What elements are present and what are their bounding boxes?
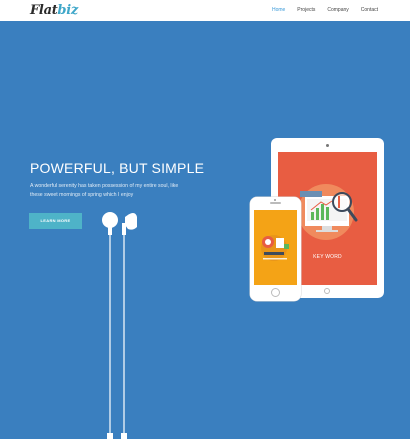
hero-subtext: A wonderful serenity has taken possessio… — [30, 183, 179, 198]
learn-more-button[interactable]: LEARN MORE — [29, 213, 82, 229]
right-earbud — [121, 213, 137, 439]
nav-item-home[interactable]: Home — [272, 7, 285, 13]
nav-item-projects[interactable]: Projects — [297, 7, 315, 13]
tablet-home-button — [324, 288, 330, 294]
site-header: Flatbiz Home Projects Company Contact — [0, 0, 410, 21]
left-earbud — [102, 212, 118, 439]
phone-home-button — [271, 288, 280, 297]
earphones-illustration — [102, 212, 137, 439]
hero-headline: POWERFUL, BUT SIMPLE — [30, 160, 205, 176]
logo-accent: biz — [57, 3, 78, 18]
logo[interactable]: Flatbiz — [30, 3, 78, 18]
phone-camera — [274, 199, 276, 201]
phone-speaker — [270, 202, 281, 204]
nav-item-company[interactable]: Company — [327, 7, 348, 13]
browser-bar — [300, 191, 322, 197]
hero-section: POWERFUL, BUT SIMPLE A wonderful serenit… — [0, 21, 410, 439]
nav-item-contact[interactable]: Contact — [361, 7, 378, 13]
phone-screen — [254, 210, 297, 285]
main-nav: Home Projects Company Contact — [272, 7, 378, 13]
page: Flatbiz Home Projects Company Contact PO… — [0, 0, 410, 439]
tablet-camera — [326, 144, 329, 147]
phone-illustration — [250, 197, 301, 301]
phone-graphic — [261, 235, 289, 261]
document-icon — [276, 238, 284, 248]
logo-main: Flat — [30, 3, 58, 18]
